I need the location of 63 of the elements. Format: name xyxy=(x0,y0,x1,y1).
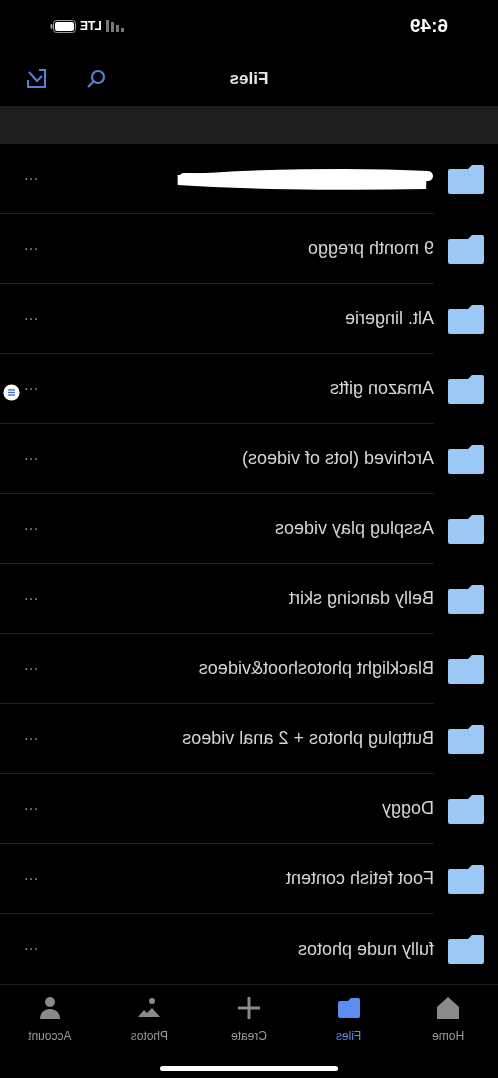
folder-row[interactable]: Belly dancing skirt ··· xyxy=(0,564,498,634)
more-button[interactable]: ··· xyxy=(24,866,39,891)
folder-name: Blacklight photoshoot&videos xyxy=(198,657,434,680)
folder-name: fully nude photos xyxy=(297,937,434,961)
folder-name: Archived (lots of videos) xyxy=(241,447,434,470)
signal-icon xyxy=(105,20,124,32)
select-icon[interactable] xyxy=(26,68,48,90)
folder-icon xyxy=(448,164,484,194)
home-icon xyxy=(435,995,462,1021)
folder-name: Alt. lingerie xyxy=(344,307,434,330)
folder-icon xyxy=(448,514,484,544)
plus-icon xyxy=(236,995,262,1021)
tab[interactable]: Create xyxy=(199,985,299,1066)
more-button[interactable]: ··· xyxy=(24,166,39,191)
tab[interactable]: Home xyxy=(398,985,498,1066)
folder-row[interactable]: Blacklight photoshoot&videos ··· xyxy=(0,634,498,704)
folder-name: Foot fetish content xyxy=(285,867,434,890)
more-button[interactable]: ··· xyxy=(24,516,39,541)
folder-icon xyxy=(448,724,484,754)
tab[interactable]: Photos xyxy=(99,985,200,1066)
folder-icon xyxy=(448,794,484,824)
more-button[interactable]: ··· xyxy=(24,236,39,261)
folder-name: Belly dancing skirt xyxy=(288,587,434,610)
folder-row[interactable]: Buttplug photos + 2 anal videos ··· xyxy=(0,704,498,774)
folder-icon xyxy=(448,234,484,264)
folder-row[interactable]: Archived (lots of videos) ··· xyxy=(0,424,498,494)
folder-icon xyxy=(448,584,484,614)
tab[interactable]: Files xyxy=(298,985,399,1066)
battery-icon xyxy=(50,19,76,33)
more-button[interactable]: ··· xyxy=(24,796,39,821)
more-button[interactable]: ··· xyxy=(24,656,39,681)
folder-row[interactable]: Assplug play videos ··· xyxy=(0,494,498,564)
floating-menu-icon[interactable] xyxy=(3,384,20,401)
more-button[interactable]: ··· xyxy=(24,376,39,401)
folder-row[interactable]: Foot fetish content ··· xyxy=(0,844,498,914)
folder-row[interactable]: Doggy ··· xyxy=(0,774,498,844)
folder-icon xyxy=(448,864,484,894)
folder-row[interactable]: 9 month preggo ··· xyxy=(0,214,498,284)
folder-name: Amazon gifts xyxy=(329,377,434,400)
folder-icon xyxy=(448,304,484,334)
more-button[interactable]: ··· xyxy=(24,446,39,471)
folder-icon xyxy=(448,374,484,404)
folder-icon xyxy=(448,654,484,684)
more-button[interactable]: ··· xyxy=(24,937,39,961)
more-button[interactable]: ··· xyxy=(24,726,39,751)
more-button[interactable]: ··· xyxy=(24,586,39,611)
tab[interactable]: Account xyxy=(0,985,100,1066)
folder-icon xyxy=(448,934,484,964)
folder-row[interactable]: ··· xyxy=(0,144,498,214)
folder-name: Buttplug photos + 2 anal videos xyxy=(182,727,434,750)
folder-row[interactable]: Alt. lingerie ··· xyxy=(0,284,498,354)
folder-icon xyxy=(335,995,362,1021)
folder-name: Assplug play videos xyxy=(274,517,434,540)
folder-row[interactable]: Amazon gifts ··· xyxy=(0,354,498,424)
page-title: Files xyxy=(229,68,269,91)
network-label: LTE xyxy=(80,18,102,35)
folder-icon xyxy=(448,444,484,474)
more-button[interactable]: ··· xyxy=(24,306,39,331)
folder-name: Doggy xyxy=(381,797,434,820)
status-time: 6:49 xyxy=(409,13,448,38)
folder-row[interactable]: fully nude photos ··· xyxy=(0,914,498,984)
folder-name: 9 month preggo xyxy=(307,237,434,260)
search-icon[interactable] xyxy=(86,69,106,89)
